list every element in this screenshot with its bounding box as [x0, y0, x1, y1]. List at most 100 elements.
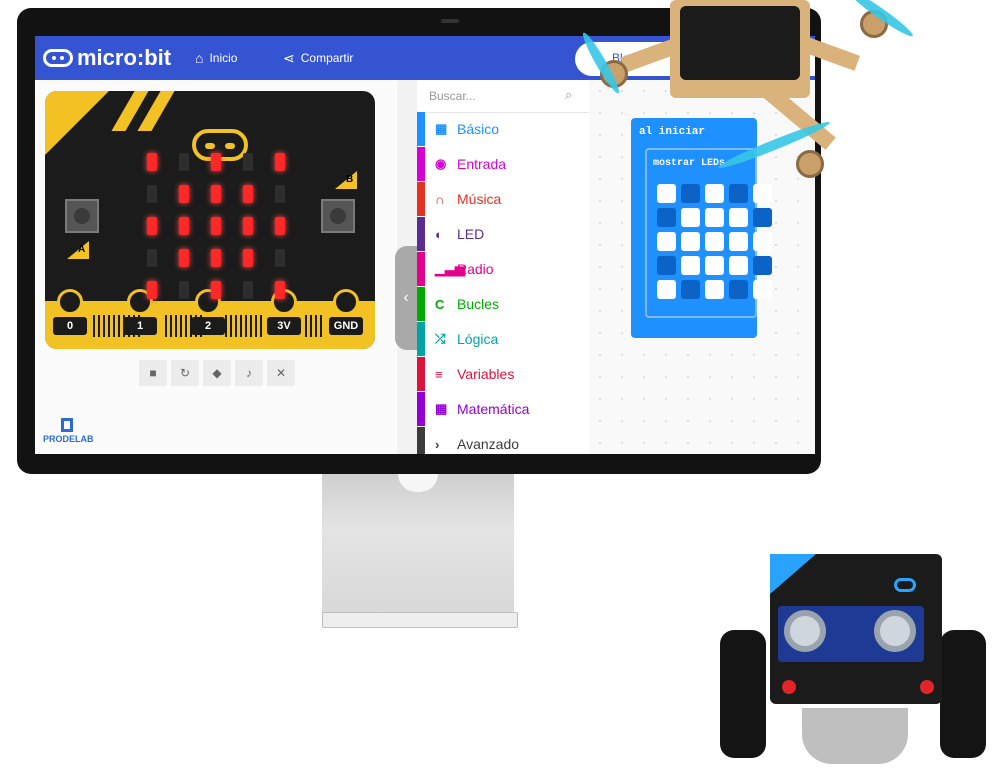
led-1-3 — [243, 185, 253, 203]
led-0-2 — [211, 153, 221, 171]
category-label: Música — [457, 191, 502, 207]
monitor-stand — [322, 474, 514, 614]
led-4-4 — [275, 281, 285, 299]
led-cell-1-4[interactable] — [753, 208, 772, 227]
sonar-eye — [784, 610, 826, 652]
led-cell-2-3[interactable] — [729, 232, 748, 251]
led-0-3 — [243, 153, 253, 171]
led-cell-2-0[interactable] — [657, 232, 676, 251]
category-label: Avanzado — [457, 436, 520, 452]
led-cell-3-2[interactable] — [705, 256, 724, 275]
led-2-0 — [147, 217, 157, 235]
led-cell-3-0[interactable] — [657, 256, 676, 275]
category-radio[interactable]: ▁▃▅ Radio — [417, 252, 589, 286]
pin-1-label: 1 — [123, 317, 157, 335]
drone-motor — [796, 150, 824, 178]
car-light — [920, 680, 934, 694]
category-variables[interactable]: ≡ Variables — [417, 357, 589, 391]
led-1-0 — [147, 185, 157, 203]
led-cell-4-4[interactable] — [753, 280, 772, 299]
led-cell-4-1[interactable] — [681, 280, 700, 299]
category-matemática[interactable]: ▦ Matemática — [417, 392, 589, 426]
button-a-label: A — [67, 241, 89, 259]
pin-teeth — [305, 315, 325, 337]
category-label: Bucles — [457, 296, 500, 312]
microbit-logo-icon — [43, 49, 73, 67]
led-cell-4-3[interactable] — [729, 280, 748, 299]
led-3-1 — [179, 249, 189, 267]
button-a[interactable] — [65, 199, 99, 233]
car-wheel — [720, 630, 766, 758]
category-avanzado[interactable]: › Avanzado — [417, 427, 589, 454]
mute-icon[interactable]: ♪ — [235, 360, 263, 386]
collapse-simulator-button[interactable]: ‹ — [395, 246, 417, 350]
prodelab-mark-icon — [61, 418, 73, 432]
pin-2-label: 2 — [191, 317, 225, 335]
monitor-stand-base — [322, 612, 518, 628]
car-stripe — [770, 554, 816, 594]
nav-home[interactable]: ⌂ Inicio — [195, 49, 237, 67]
search-input[interactable]: Buscar... — [429, 89, 476, 103]
home-icon: ⌂ — [195, 50, 204, 66]
led-cell-2-2[interactable] — [705, 232, 724, 251]
led-cell-1-2[interactable] — [705, 208, 724, 227]
led-cell-1-1[interactable] — [681, 208, 700, 227]
nav-share[interactable]: ⋖ Compartir — [283, 49, 353, 67]
led-2-1 — [179, 217, 189, 235]
list-icon: ≡ — [435, 366, 443, 382]
restart-icon[interactable]: ↻ — [171, 360, 199, 386]
chevron-left-icon: ‹ — [403, 289, 409, 306]
led-4-3 — [243, 281, 253, 299]
category-label: Radio — [457, 261, 494, 277]
pin-0[interactable] — [57, 289, 83, 315]
sonar-eye — [874, 610, 916, 652]
calculator-icon: ▦ — [435, 401, 448, 416]
board-corner-decoration — [45, 91, 109, 155]
signal-icon: ▁▃▅ — [435, 261, 465, 276]
stop-icon[interactable]: ■ — [139, 360, 167, 386]
led-2-4 — [275, 217, 285, 235]
led-cell-1-0[interactable] — [657, 208, 676, 227]
button-b[interactable] — [321, 199, 355, 233]
led-cell-1-3[interactable] — [729, 208, 748, 227]
led-cell-2-1[interactable] — [681, 232, 700, 251]
simulator-toolbar: ■ ↻ ◆ ♪ ✕ — [139, 360, 299, 390]
led-0-0 — [147, 153, 157, 171]
button-b-text: B — [346, 174, 354, 185]
category-bucles[interactable]: C Bucles — [417, 287, 589, 321]
category-label: Matemática — [457, 401, 530, 417]
grid-icon: ▦ — [435, 121, 448, 136]
nav-share-label: Compartir — [300, 51, 354, 65]
led-cell-2-4[interactable] — [753, 232, 772, 251]
pin-teeth — [225, 315, 265, 337]
slowmo-icon[interactable]: ◆ — [203, 360, 231, 386]
microbit-board: A B 0 1 2 3V GND — [45, 91, 375, 349]
brand-name: micro:bit — [77, 45, 172, 70]
pin-0-label: 0 — [53, 317, 87, 335]
pin-gnd[interactable] — [333, 289, 359, 315]
share-icon: ⋖ — [283, 49, 295, 66]
nav-home-label: Inicio — [209, 51, 238, 65]
drone-image — [560, 0, 920, 200]
led-cell-4-0[interactable] — [657, 280, 676, 299]
led-cell-4-2[interactable] — [705, 280, 724, 299]
led-editor-grid[interactable] — [657, 184, 777, 304]
fullscreen-icon[interactable]: ✕ — [267, 360, 295, 386]
led-3-3 — [243, 249, 253, 267]
led-4-2 — [211, 281, 221, 299]
button-b-label: B — [335, 171, 357, 189]
brand-logo[interactable]: micro:bit — [43, 44, 171, 72]
target-icon: ◉ — [435, 156, 447, 171]
led-cell-3-1[interactable] — [681, 256, 700, 275]
pin-3v-label: 3V — [267, 317, 301, 335]
category-lógica[interactable]: ⤮ Lógica — [417, 322, 589, 356]
prodelab-logo: PRODELAB — [43, 418, 113, 448]
led-cell-3-3[interactable] — [729, 256, 748, 275]
button-a-text: A — [78, 244, 86, 255]
loop-icon: C — [435, 296, 445, 312]
led-cell-3-4[interactable] — [753, 256, 772, 275]
led-2-2 — [211, 217, 221, 235]
category-led[interactable]: ◐ LED — [417, 217, 589, 251]
led-4-0 — [147, 281, 157, 299]
led-3-4 — [275, 249, 285, 267]
